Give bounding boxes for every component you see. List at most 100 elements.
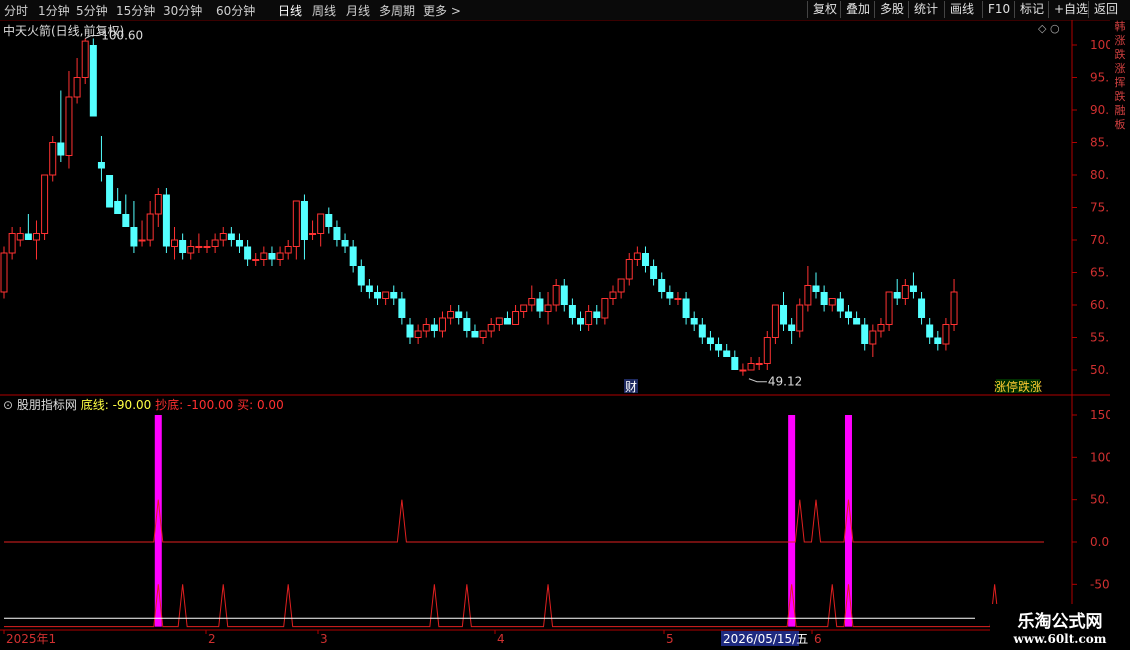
- candle-body: [365, 285, 373, 292]
- candle-body: [162, 194, 170, 247]
- candle-body: [49, 142, 57, 176]
- candle-body: [723, 350, 731, 357]
- candle-body: [747, 363, 755, 371]
- candle-body: [268, 253, 276, 260]
- candle-body: [447, 311, 455, 319]
- candle-body: [495, 317, 503, 325]
- candle-body: [430, 324, 438, 331]
- candle-body: [414, 330, 422, 338]
- candle-body: [788, 324, 796, 331]
- low-label: 49.12: [768, 375, 802, 389]
- candle-body: [763, 337, 771, 364]
- price-badge: 涨停跌涨: [994, 379, 1042, 394]
- candle-body: [146, 213, 154, 241]
- candle-body: [300, 201, 308, 240]
- candle-body: [520, 304, 528, 312]
- candle-body: [552, 285, 560, 306]
- candle-body: [844, 311, 852, 318]
- candle-body: [893, 292, 901, 299]
- candle-body: [89, 45, 97, 117]
- candle-body: [154, 194, 162, 215]
- candle-body: [853, 318, 861, 325]
- candle-body: [812, 285, 820, 292]
- time-tick-label: 2: [208, 632, 216, 646]
- side-char-1: 涨: [1114, 34, 1126, 47]
- time-tick-label: 5: [666, 632, 674, 646]
- candle-body: [568, 305, 576, 318]
- candle-body: [114, 201, 122, 214]
- candle-body: [658, 279, 666, 292]
- candle-body: [836, 298, 844, 312]
- candle-body: [690, 318, 698, 325]
- candle-body: [8, 233, 16, 254]
- watermark-line2: www.60lt.com: [1013, 632, 1107, 646]
- candle-body: [479, 330, 487, 338]
- candle-body: [325, 214, 333, 227]
- candle-body: [187, 246, 195, 254]
- candle-body: [950, 291, 958, 325]
- candle-body: [24, 233, 32, 240]
- panel-control-icons[interactable]: ◇ ○: [1038, 22, 1060, 35]
- side-char-5: 跌: [1114, 90, 1126, 103]
- right-info-strip: 韩涨跌涨挥跌融板: [1110, 20, 1130, 610]
- indicator-line2: 抄底: -100.00: [155, 398, 234, 412]
- candle-body: [820, 292, 828, 305]
- candle-body: [57, 142, 65, 156]
- candle-body: [398, 298, 406, 318]
- candle-body: [487, 324, 495, 332]
- candle-body: [374, 292, 382, 299]
- candle-body: [284, 246, 292, 254]
- low-pointer: [748, 378, 767, 383]
- candle-body: [292, 200, 300, 247]
- candle-body: [171, 239, 179, 247]
- date-cursor-label: 2026/05/15/五: [723, 632, 808, 646]
- candle-body: [909, 285, 917, 292]
- candle-body: [41, 174, 49, 234]
- candle-body: [617, 278, 625, 293]
- candle-body: [901, 285, 909, 299]
- candle-body: [625, 259, 633, 280]
- candle-body: [861, 324, 869, 344]
- candle-body: [244, 246, 252, 260]
- candle-body: [179, 240, 187, 253]
- candle-body: [877, 324, 885, 332]
- signal-bar: [788, 415, 796, 627]
- candle-body: [593, 311, 601, 318]
- watermark: 乐淘公式网 www.60lt.com: [990, 604, 1130, 650]
- collapse-icon[interactable]: ⊙: [3, 398, 13, 412]
- side-char-0: 韩: [1114, 20, 1126, 33]
- candle-body: [260, 252, 268, 260]
- candle-body: [65, 96, 73, 156]
- side-char-7: 板: [1114, 118, 1126, 131]
- candle-body: [471, 331, 479, 338]
- candle-body: [544, 304, 552, 312]
- candle-body: [577, 318, 585, 325]
- candle-body: [227, 233, 235, 240]
- candle-body: [641, 253, 649, 266]
- candle-body: [333, 227, 341, 240]
- side-char-2: 跌: [1114, 48, 1126, 61]
- indicator-line1: 底线: -90.00: [80, 398, 152, 412]
- candle-body: [731, 357, 739, 370]
- candle-body: [276, 252, 284, 260]
- time-tick-label: 4: [497, 632, 505, 646]
- candle-body: [869, 330, 877, 345]
- time-tick-label: 6: [814, 632, 822, 646]
- watermark-line1: 乐淘公式网: [1017, 612, 1103, 632]
- candle-body: [780, 305, 788, 325]
- candle-body: [755, 363, 763, 365]
- candle-body: [601, 298, 609, 319]
- candle-body: [97, 162, 105, 169]
- candle-body: [503, 318, 511, 325]
- candle-body: [926, 324, 934, 338]
- candle-body: [739, 369, 747, 372]
- candle-body: [130, 227, 138, 247]
- candle-body: [463, 318, 471, 331]
- candle-body: [560, 285, 568, 305]
- candle-body: [106, 175, 114, 208]
- candle-body: [609, 291, 617, 299]
- candle-body: [390, 292, 398, 299]
- candle-body: [0, 252, 8, 293]
- candle-body: [382, 291, 390, 299]
- candle-body: [357, 266, 365, 286]
